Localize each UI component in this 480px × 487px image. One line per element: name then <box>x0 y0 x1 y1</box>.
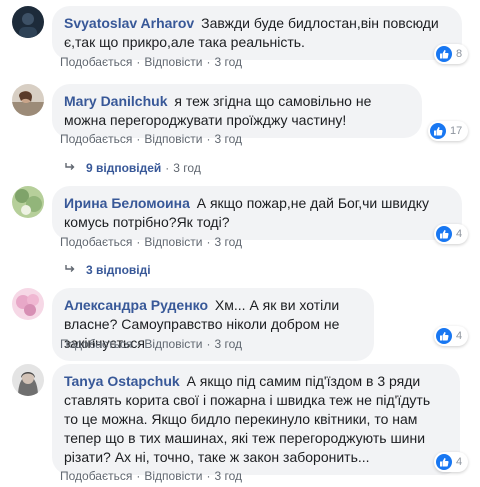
comment-bubble: Svyatoslav Arharov Завжди буде бидлостан… <box>52 6 462 60</box>
comment-actions: Подобається · Відповісти · 3 год <box>60 234 242 250</box>
timestamp[interactable]: 3 год <box>214 337 242 351</box>
separator: · <box>136 55 141 69</box>
reactions-number: 17 <box>450 125 463 137</box>
like-icon <box>436 46 452 62</box>
reply-button[interactable]: Відповісти <box>144 337 202 351</box>
reactions-number: 8 <box>456 48 463 60</box>
reactions-count[interactable]: 4 <box>434 452 469 472</box>
separator: · <box>206 132 211 146</box>
like-button[interactable]: Подобається <box>60 55 132 69</box>
separator: · <box>136 235 141 249</box>
like-icon <box>430 123 446 139</box>
timestamp[interactable]: 3 год <box>214 55 242 69</box>
avatar[interactable] <box>12 84 44 116</box>
reactions-count[interactable]: 4 <box>434 224 469 244</box>
timestamp[interactable]: 3 год <box>214 469 242 483</box>
timestamp[interactable]: 3 год <box>214 132 242 146</box>
reactions-number: 4 <box>456 456 463 468</box>
comment-actions: Подобається · Відповісти · 3 год <box>60 336 242 352</box>
reply-button[interactable]: Відповісти <box>144 469 202 483</box>
like-icon <box>436 454 452 470</box>
reactions-number: 4 <box>456 228 463 240</box>
reactions-count[interactable]: 17 <box>428 121 469 141</box>
separator: · <box>136 132 141 146</box>
comment-bubble: Mary Danilchuk я теж згідна що самовільн… <box>52 84 422 138</box>
avatar[interactable] <box>12 364 44 396</box>
view-replies[interactable]: 3 відповіді <box>64 262 151 278</box>
reactions-count[interactable]: 8 <box>434 44 469 64</box>
avatar[interactable] <box>12 288 44 320</box>
reactions-number: 4 <box>456 330 463 342</box>
like-icon <box>436 328 452 344</box>
comment-author[interactable]: Александра Руденко <box>64 297 208 313</box>
comment-bubble: Tanya Ostapchuk А якщо під самим під'їзд… <box>52 364 460 475</box>
separator: · <box>206 469 211 483</box>
avatar[interactable] <box>12 6 44 38</box>
comment-author[interactable]: Tanya Ostapchuk <box>64 373 180 389</box>
comment-author[interactable]: Mary Danilchuk <box>64 93 167 109</box>
comment-bubble: Ирина Беломоина А якщо пожар,не дай Бог,… <box>52 186 462 240</box>
comment-actions: Подобається · Відповісти · 3 год <box>60 54 242 70</box>
comment-actions: Подобається · Відповісти · 3 год <box>60 468 242 484</box>
comment-actions: Подобається · Відповісти · 3 год <box>60 131 242 147</box>
timestamp[interactable]: 3 год <box>173 160 201 176</box>
like-button[interactable]: Подобається <box>60 337 132 351</box>
view-replies[interactable]: 9 відповідей · 3 год <box>64 160 201 176</box>
reactions-count[interactable]: 4 <box>434 326 469 346</box>
like-button[interactable]: Подобається <box>60 132 132 146</box>
like-icon <box>436 226 452 242</box>
comment-author[interactable]: Svyatoslav Arharov <box>64 15 194 31</box>
timestamp[interactable]: 3 год <box>214 235 242 249</box>
separator: · <box>206 337 211 351</box>
replies-link[interactable]: 3 відповіді <box>86 262 151 278</box>
separator: · <box>206 235 211 249</box>
separator: · <box>136 337 141 351</box>
comment-author[interactable]: Ирина Беломоина <box>64 195 190 211</box>
separator: · <box>165 161 170 175</box>
replies-link[interactable]: 9 відповідей <box>86 160 161 176</box>
reply-arrow-icon <box>64 262 76 278</box>
reply-button[interactable]: Відповісти <box>144 235 202 249</box>
reply-button[interactable]: Відповісти <box>144 132 202 146</box>
separator: · <box>206 55 211 69</box>
separator: · <box>136 469 141 483</box>
reply-button[interactable]: Відповісти <box>144 55 202 69</box>
avatar[interactable] <box>12 186 44 218</box>
like-button[interactable]: Подобається <box>60 469 132 483</box>
reply-arrow-icon <box>64 160 76 176</box>
like-button[interactable]: Подобається <box>60 235 132 249</box>
